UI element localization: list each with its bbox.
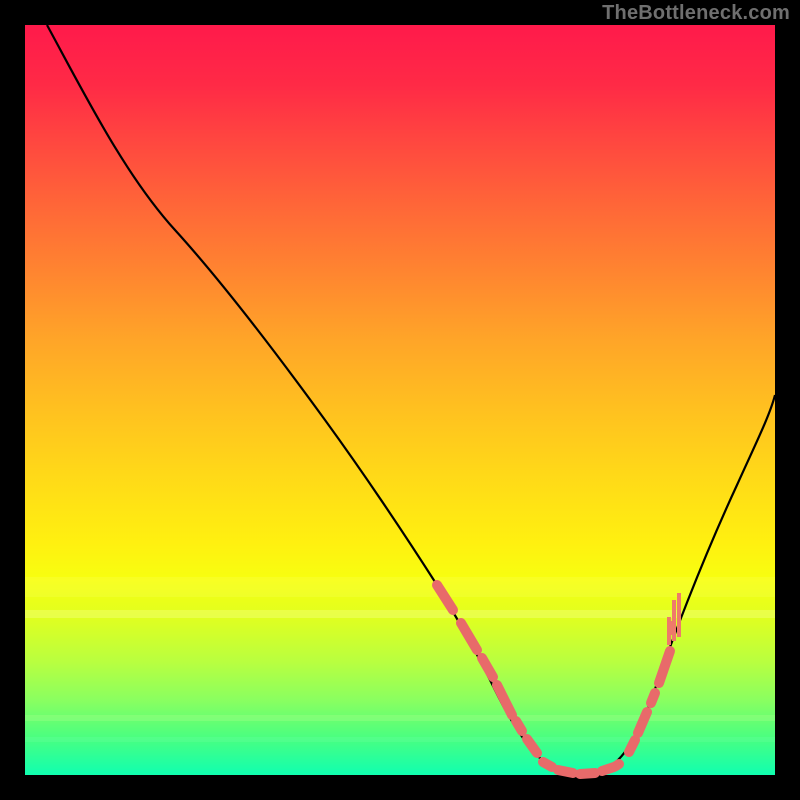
- highlight-seg: [558, 770, 573, 773]
- highlight-seg: [616, 764, 619, 766]
- chart-svg: [25, 25, 775, 775]
- watermark-text: TheBottleneck.com: [602, 2, 790, 25]
- highlight-seg: [543, 762, 552, 767]
- highlight-seg: [516, 721, 522, 731]
- highlight-seg: [651, 693, 655, 703]
- highlight-seg: [482, 658, 493, 677]
- highlight-seg: [580, 773, 595, 774]
- highlight-seg: [497, 685, 512, 715]
- highlight-seg: [659, 651, 670, 683]
- chart-frame: TheBottleneck.com: [0, 0, 800, 800]
- highlight-seg: [629, 740, 635, 752]
- highlight-seg: [437, 585, 453, 610]
- torch-icon: [669, 593, 679, 645]
- plot-area: [25, 25, 775, 775]
- highlight-seg: [638, 712, 647, 733]
- highlight-seg: [527, 739, 537, 753]
- highlight-seg: [461, 623, 477, 650]
